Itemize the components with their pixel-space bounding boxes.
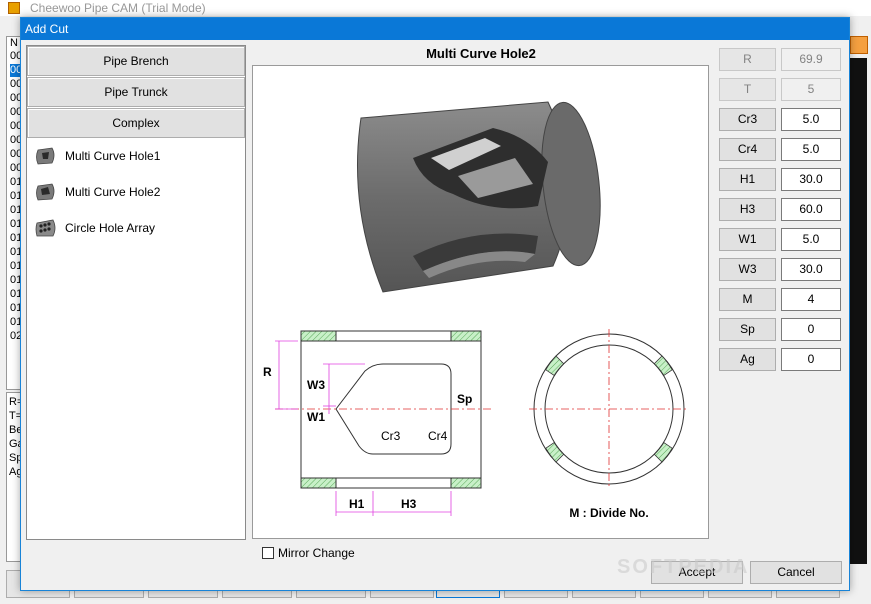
dim-label-h1: H1 xyxy=(349,497,365,511)
param-h1-button[interactable]: H1 xyxy=(719,168,776,191)
param-row-r: R 69.9 xyxy=(719,48,841,71)
cancel-button[interactable]: Cancel xyxy=(750,561,842,584)
diagram-title: Multi Curve Hole2 xyxy=(426,46,536,61)
app-icon xyxy=(8,2,20,14)
list-item-label: Multi Curve Hole1 xyxy=(65,149,161,163)
list-item-label: Circle Hole Array xyxy=(65,221,156,235)
param-cr3-button[interactable]: Cr3 xyxy=(719,108,776,131)
add-cut-dialog: Add Cut Pipe Brench Pipe Trunck Complex … xyxy=(20,17,850,591)
param-w3-button[interactable]: W3 xyxy=(719,258,776,281)
param-row-cr3: Cr3 5.0 xyxy=(719,108,841,131)
param-row-m: M4 xyxy=(719,288,841,311)
category-pipe-trunck-button[interactable]: Pipe Trunck xyxy=(27,77,245,107)
param-row-ag: Ag 0 xyxy=(719,348,841,371)
diagram-drawing: R W3 W1 Sp Cr3 Cr4 H1 H3 M : Divide No. xyxy=(263,101,689,520)
param-row-h1: H1 30.0 xyxy=(719,168,841,191)
param-w3-input[interactable]: 30.0 xyxy=(781,258,841,281)
main-titlebar: Cheewoo Pipe CAM (Trial Mode) xyxy=(0,0,871,16)
param-w1-button[interactable]: W1 xyxy=(719,228,776,251)
param-row-h3: H3 60.0 xyxy=(719,198,841,221)
mirror-change-label[interactable]: Mirror Change xyxy=(278,546,355,560)
param-ag-input[interactable]: 0 xyxy=(781,348,841,371)
category-pipe-brench-button[interactable]: Pipe Brench xyxy=(27,46,245,76)
diagram-preview: R W3 W1 Sp Cr3 Cr4 H1 H3 M : Divide No. xyxy=(252,65,709,539)
param-cr4-button[interactable]: Cr4 xyxy=(719,138,776,161)
param-t-input: 5 xyxy=(781,78,841,101)
dim-label-h3: H3 xyxy=(401,497,417,511)
param-ag-button[interactable]: Ag xyxy=(719,348,776,371)
param-sp-input[interactable]: 0 xyxy=(781,318,841,341)
side-view-drawing: R W3 W1 Sp Cr3 Cr4 H1 H3 xyxy=(263,330,493,516)
dialog-titlebar[interactable]: Add Cut xyxy=(21,18,849,40)
param-h3-input[interactable]: 60.0 xyxy=(781,198,841,221)
param-cr4-input[interactable]: 5.0 xyxy=(781,138,841,161)
mirror-change-checkbox[interactable] xyxy=(262,547,274,559)
pipe-3d-render xyxy=(356,101,601,293)
param-cr3-input[interactable]: 5.0 xyxy=(781,108,841,131)
param-m-button[interactable]: M xyxy=(719,288,776,311)
cut-type-panel: Pipe Brench Pipe Trunck Complex Multi Cu… xyxy=(26,45,246,540)
dim-label-r: R xyxy=(263,365,272,379)
pipe-array-icon xyxy=(35,219,56,237)
param-row-t: T5 xyxy=(719,78,841,101)
list-item-multi-curve-hole2[interactable]: Multi Curve Hole2 xyxy=(33,178,238,206)
divide-label: M : Divide No. xyxy=(569,506,648,520)
dim-label-w3: W3 xyxy=(307,378,325,392)
dialog-title: Add Cut xyxy=(25,22,69,36)
section-view-drawing: M : Divide No. xyxy=(529,329,689,520)
param-m-input[interactable]: 4 xyxy=(781,288,841,311)
pipe-hole-icon xyxy=(36,183,55,201)
toolbar-button[interactable] xyxy=(850,36,868,54)
main-window-title: Cheewoo Pipe CAM (Trial Mode) xyxy=(30,1,206,15)
list-item-label: Multi Curve Hole2 xyxy=(65,185,161,199)
param-h1-input[interactable]: 30.0 xyxy=(781,168,841,191)
accept-button[interactable]: Accept xyxy=(651,561,743,584)
background-view-panel xyxy=(849,58,867,564)
list-item-circle-hole-array[interactable]: Circle Hole Array xyxy=(33,214,238,242)
param-t-button: T xyxy=(719,78,776,101)
dim-label-w1: W1 xyxy=(307,410,325,424)
dim-label-cr3: Cr3 xyxy=(381,429,401,443)
param-r-button: R xyxy=(719,48,776,71)
param-r-input: 69.9 xyxy=(781,48,841,71)
list-item-multi-curve-hole1[interactable]: Multi Curve Hole1 xyxy=(33,142,238,170)
dim-label-sp: Sp xyxy=(457,392,472,406)
list-header: N xyxy=(10,37,18,49)
param-row-cr4: Cr4 5.0 xyxy=(719,138,841,161)
category-complex-button[interactable]: Complex xyxy=(27,108,245,138)
param-h3-button[interactable]: H3 xyxy=(719,198,776,221)
param-row-w1: W1 5.0 xyxy=(719,228,841,251)
pipe-hole-icon xyxy=(36,147,55,165)
param-row-w3: W3 30.0 xyxy=(719,258,841,281)
param-w1-input[interactable]: 5.0 xyxy=(781,228,841,251)
param-sp-button[interactable]: Sp xyxy=(719,318,776,341)
dim-label-cr4: Cr4 xyxy=(428,429,448,443)
param-row-sp: Sp 0 xyxy=(719,318,841,341)
